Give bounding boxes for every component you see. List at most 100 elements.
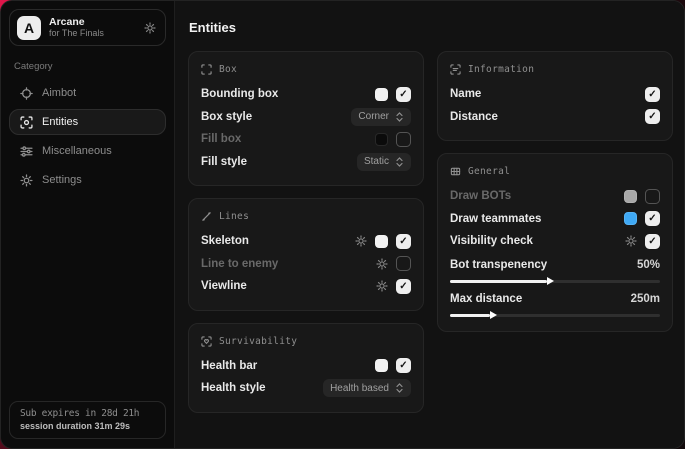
setting-label: Draw teammates bbox=[450, 213, 541, 225]
setting-row-bot-transparency: Bot transpenency 50% bbox=[450, 256, 660, 274]
color-swatch[interactable] bbox=[624, 190, 637, 203]
card-title: Lines bbox=[219, 211, 249, 222]
category-label: Category bbox=[14, 61, 161, 72]
setting-label: Health bar bbox=[201, 360, 257, 372]
setting-label: Bot transpenency bbox=[450, 259, 547, 271]
setting-label: Name bbox=[450, 88, 481, 100]
bounding-box-checkbox[interactable] bbox=[396, 87, 411, 102]
lines-card-header: Lines bbox=[201, 211, 411, 222]
information-card-header: Information bbox=[450, 64, 660, 75]
skeleton-config-gear-icon[interactable] bbox=[355, 235, 367, 247]
card-columns: Box Bounding box Box style Corner bbox=[188, 51, 673, 413]
visibility-config-gear-icon[interactable] bbox=[625, 235, 637, 247]
chevrons-up-down-icon bbox=[395, 157, 404, 167]
setting-row-max-distance: Max distance 250m bbox=[450, 290, 660, 308]
sidebar-item-label: Aimbot bbox=[42, 87, 76, 99]
max-distance-value: 250m bbox=[631, 293, 660, 305]
dropdown-value: Health based bbox=[330, 383, 389, 394]
color-swatch[interactable] bbox=[375, 235, 388, 248]
draw-bots-checkbox[interactable] bbox=[645, 189, 660, 204]
color-swatch[interactable] bbox=[624, 212, 637, 225]
draw-teammates-checkbox[interactable] bbox=[645, 211, 660, 226]
page-title: Entities bbox=[189, 20, 673, 35]
skeleton-checkbox[interactable] bbox=[396, 234, 411, 249]
setting-label: Health style bbox=[201, 382, 266, 394]
card-title: General bbox=[468, 166, 510, 177]
bot-transparency-value: 50% bbox=[637, 259, 660, 271]
diagonal-line-icon bbox=[201, 211, 212, 222]
name-checkbox[interactable] bbox=[645, 87, 660, 102]
lines-card: Lines Skeleton Line to enem bbox=[188, 198, 424, 311]
left-column: Box Bounding box Box style Corner bbox=[188, 51, 424, 413]
slider-knob[interactable] bbox=[547, 277, 554, 285]
scan-eye-icon bbox=[20, 116, 33, 129]
setting-row-draw-teammates: Draw teammates bbox=[450, 208, 660, 231]
distance-checkbox[interactable] bbox=[645, 109, 660, 124]
crosshair-icon bbox=[20, 87, 33, 100]
survivability-card-header: Survivability bbox=[201, 336, 411, 347]
visibility-check-checkbox[interactable] bbox=[645, 234, 660, 249]
viewline-checkbox[interactable] bbox=[396, 279, 411, 294]
app-logo: A bbox=[17, 16, 41, 40]
setting-label: Visibility check bbox=[450, 235, 533, 247]
setting-label: Fill box bbox=[201, 133, 241, 145]
setting-row-fill-box: Fill box bbox=[201, 128, 411, 151]
grid-icon bbox=[450, 166, 461, 177]
setting-row-fill-style: Fill style Static bbox=[201, 151, 411, 174]
general-card-header: General bbox=[450, 166, 660, 177]
setting-row-name: Name bbox=[450, 83, 660, 106]
box-corners-icon bbox=[201, 64, 212, 75]
line-to-enemy-checkbox[interactable] bbox=[396, 256, 411, 271]
viewline-config-gear-icon[interactable] bbox=[376, 280, 388, 292]
session-duration-text: session duration 31m 29s bbox=[20, 421, 155, 431]
right-column: Information Name Distance bbox=[437, 51, 673, 332]
sliders-icon bbox=[20, 145, 33, 158]
setting-row-line-to-enemy: Line to enemy bbox=[201, 253, 411, 276]
color-swatch[interactable] bbox=[375, 133, 388, 146]
setting-label: Bounding box bbox=[201, 88, 278, 100]
setting-row-bounding-box: Bounding box bbox=[201, 83, 411, 106]
health-bar-checkbox[interactable] bbox=[396, 358, 411, 373]
sub-expiry-text: Sub expires in 28d 21h bbox=[20, 408, 155, 419]
sidebar-item-settings[interactable]: Settings bbox=[9, 167, 166, 193]
app-subtitle: for The Finals bbox=[49, 28, 136, 38]
box-card-header: Box bbox=[201, 64, 411, 75]
setting-label: Max distance bbox=[450, 293, 522, 305]
setting-row-viewline: Viewline bbox=[201, 275, 411, 298]
sidebar-item-aimbot[interactable]: Aimbot bbox=[9, 80, 166, 106]
scan-heart-icon bbox=[201, 336, 212, 347]
sidebar-item-miscellaneous[interactable]: Miscellaneous bbox=[9, 138, 166, 164]
card-title: Survivability bbox=[219, 336, 297, 347]
health-style-dropdown[interactable]: Health based bbox=[323, 379, 411, 397]
slider-knob[interactable] bbox=[490, 311, 497, 319]
setting-row-distance: Distance bbox=[450, 106, 660, 129]
card-title: Information bbox=[468, 64, 534, 75]
sidebar: A Arcane for The Finals Category Aimbot bbox=[1, 1, 175, 448]
account-gear-icon[interactable] bbox=[144, 22, 156, 34]
color-swatch[interactable] bbox=[375, 88, 388, 101]
dropdown-value: Corner bbox=[358, 111, 389, 122]
chevrons-up-down-icon bbox=[395, 383, 404, 393]
color-swatch[interactable] bbox=[375, 359, 388, 372]
information-card: Information Name Distance bbox=[437, 51, 673, 141]
survivability-card: Survivability Health bar Health style He… bbox=[188, 323, 424, 413]
setting-row-health-style: Health style Health based bbox=[201, 377, 411, 400]
fill-style-dropdown[interactable]: Static bbox=[357, 153, 411, 171]
bot-transparency-slider[interactable] bbox=[450, 280, 660, 283]
gear-icon bbox=[20, 174, 33, 187]
max-distance-slider[interactable] bbox=[450, 314, 660, 317]
slider-fill bbox=[450, 314, 490, 317]
line-to-enemy-config-gear-icon[interactable] bbox=[376, 258, 388, 270]
setting-row-box-style: Box style Corner bbox=[201, 106, 411, 129]
logo-card: A Arcane for The Finals bbox=[9, 9, 166, 46]
sidebar-item-label: Settings bbox=[42, 174, 82, 186]
subscription-info-box: Sub expires in 28d 21h session duration … bbox=[9, 401, 166, 439]
box-style-dropdown[interactable]: Corner bbox=[351, 108, 411, 126]
sidebar-item-label: Miscellaneous bbox=[42, 145, 112, 157]
general-card: General Draw BOTs Draw teammates bbox=[437, 153, 673, 332]
card-title: Box bbox=[219, 64, 237, 75]
chevrons-up-down-icon bbox=[395, 112, 404, 122]
sidebar-item-entities[interactable]: Entities bbox=[9, 109, 166, 135]
fill-box-checkbox[interactable] bbox=[396, 132, 411, 147]
main-panel: Entities Box Bounding box bbox=[175, 1, 685, 448]
